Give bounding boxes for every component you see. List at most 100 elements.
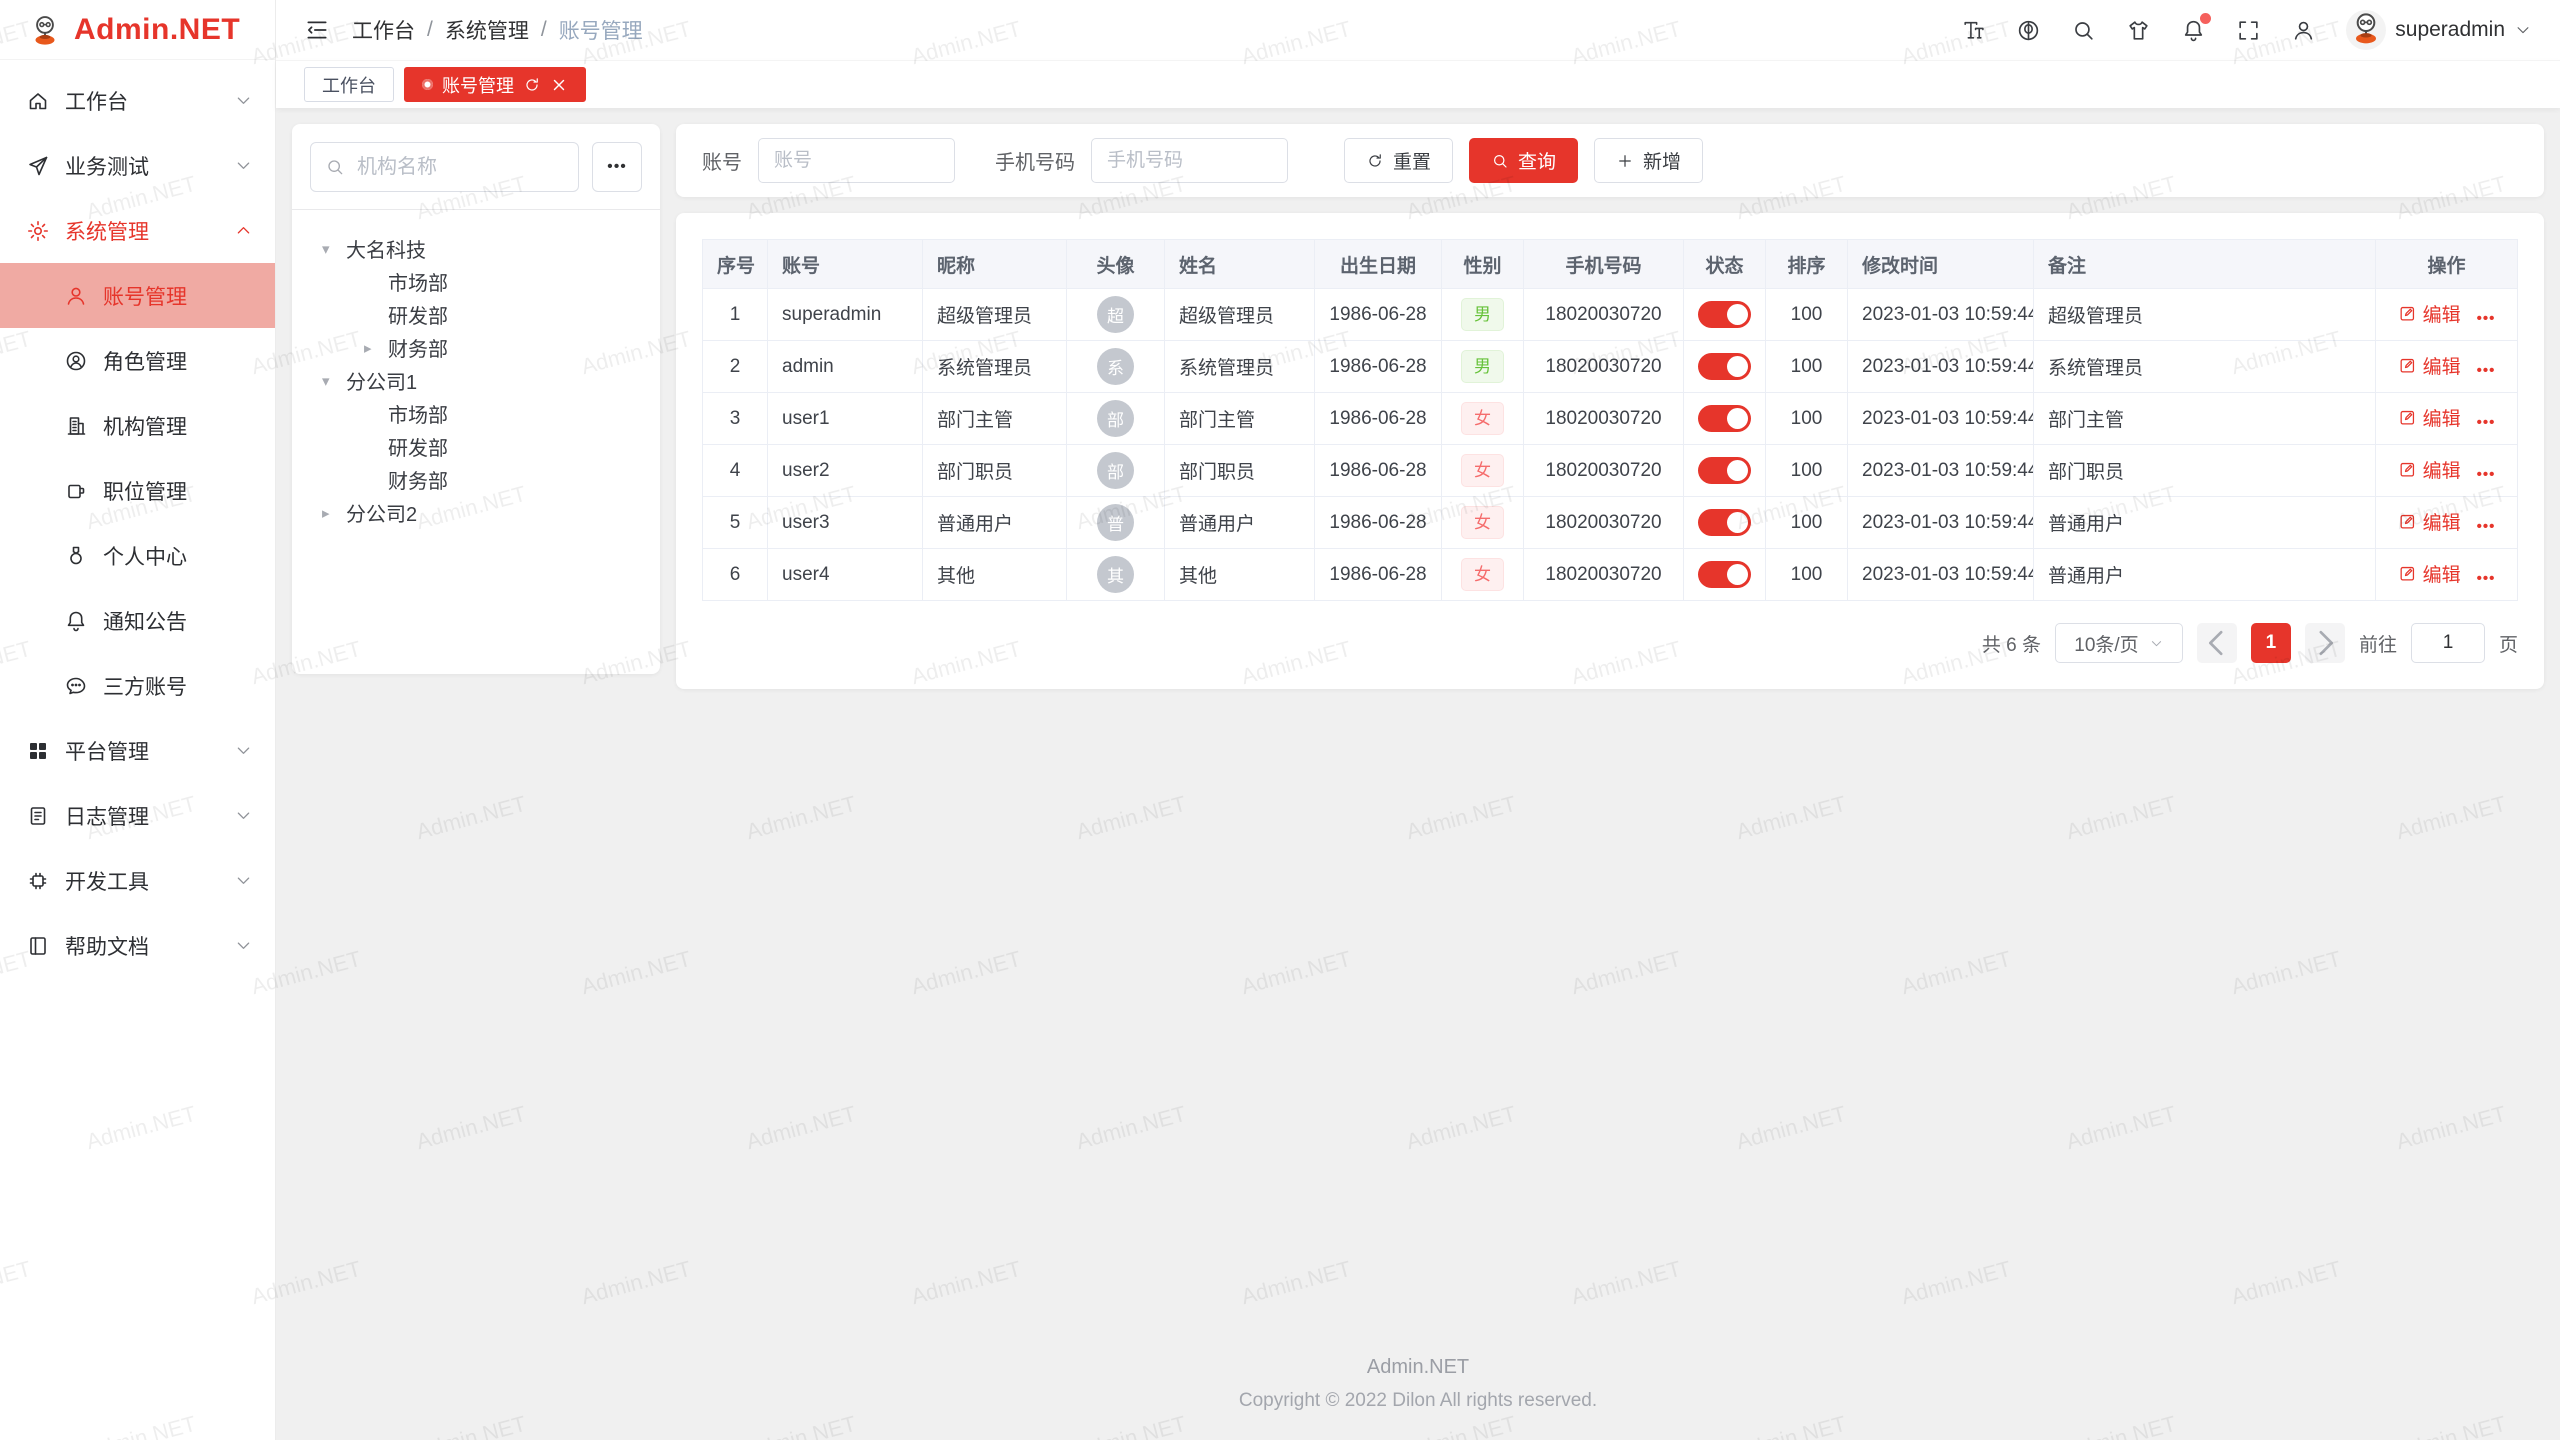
- sidebar-item-business-test[interactable]: 业务测试: [0, 133, 275, 198]
- tree-more-button[interactable]: •••: [592, 142, 642, 192]
- sidebar-item-notice[interactable]: 通知公告: [0, 588, 275, 653]
- theme-icon[interactable]: [2126, 18, 2151, 43]
- cell-remark: 普通用户: [2034, 497, 2376, 549]
- org-search-input[interactable]: [355, 155, 564, 180]
- search-icon[interactable]: [2071, 18, 2096, 43]
- sidebar-item-system-management[interactable]: 系统管理: [0, 198, 275, 263]
- add-button[interactable]: 新增: [1594, 138, 1703, 183]
- avatar: 其: [1097, 556, 1134, 593]
- tree-node[interactable]: 市场部: [310, 397, 642, 430]
- sidebar-item-position-management[interactable]: 职位管理: [0, 458, 275, 523]
- fullscreen-icon[interactable]: [2236, 18, 2261, 43]
- status-toggle[interactable]: [1698, 353, 1751, 380]
- row-more-button[interactable]: •••: [2477, 362, 2496, 379]
- building-icon: [64, 414, 88, 438]
- send-icon: [26, 154, 50, 178]
- next-page-button[interactable]: [2305, 623, 2345, 663]
- font-size-icon[interactable]: [1961, 18, 1986, 43]
- status-toggle[interactable]: [1698, 561, 1751, 588]
- table-row: 3user1部门主管部部门主管1986-06-28女18020030720100…: [703, 393, 2518, 445]
- language-icon[interactable]: [2016, 18, 2041, 43]
- sidebar-item-label: 日志管理: [65, 801, 234, 831]
- reset-button[interactable]: 重置: [1344, 138, 1453, 183]
- gender-tag: 女: [1461, 506, 1504, 539]
- row-more-button[interactable]: •••: [2477, 466, 2496, 483]
- row-more-button[interactable]: •••: [2477, 570, 2496, 587]
- cell-index: 2: [703, 341, 768, 393]
- query-button[interactable]: 查询: [1469, 138, 1578, 183]
- sidebar-item-personal-center[interactable]: 个人中心: [0, 523, 275, 588]
- edit-button[interactable]: 编辑: [2398, 300, 2461, 327]
- tree-caret-icon[interactable]: ▾: [322, 240, 346, 258]
- sidebar-item-platform-management[interactable]: 平台管理: [0, 718, 275, 783]
- tree-node[interactable]: ▸财务部: [310, 331, 642, 364]
- edit-button[interactable]: 编辑: [2398, 456, 2461, 483]
- cell-phone: 18020030720: [1524, 393, 1684, 445]
- edit-button[interactable]: 编辑: [2398, 560, 2461, 587]
- notification-bell-icon[interactable]: [2181, 18, 2206, 43]
- cell-birthdate: 1986-06-28: [1315, 393, 1442, 445]
- cell-account: admin: [768, 341, 923, 393]
- tab-label: 工作台: [322, 72, 376, 98]
- tree-node[interactable]: 财务部: [310, 463, 642, 496]
- sidebar-collapse-icon[interactable]: [304, 17, 330, 43]
- tree-caret-icon[interactable]: ▾: [322, 372, 346, 390]
- cell-nickname: 系统管理员: [923, 341, 1067, 393]
- page-size-select[interactable]: 10条/页: [2055, 623, 2183, 663]
- status-toggle[interactable]: [1698, 509, 1751, 536]
- tree-caret-icon[interactable]: ▸: [322, 504, 346, 522]
- chevron-down-icon: [234, 156, 253, 175]
- tree-node[interactable]: 研发部: [310, 430, 642, 463]
- profile-icon[interactable]: [2291, 18, 2316, 43]
- tree-node[interactable]: 市场部: [310, 265, 642, 298]
- sidebar-item-account-management[interactable]: 账号管理: [0, 263, 275, 328]
- goto-page-input[interactable]: [2411, 623, 2485, 663]
- sidebar-item-workbench[interactable]: 工作台: [0, 68, 275, 133]
- tree-node[interactable]: 研发部: [310, 298, 642, 331]
- accounts-table-card: 序号 账号 昵称 头像 姓名 出生日期 性别 手机号码 状态 排序: [676, 213, 2544, 689]
- close-icon[interactable]: [550, 76, 568, 94]
- tree-node[interactable]: ▾分公司1: [310, 364, 642, 397]
- refresh-icon[interactable]: [523, 76, 541, 94]
- tree-node[interactable]: ▸分公司2: [310, 496, 642, 529]
- tree-node[interactable]: ▾大名科技: [310, 232, 642, 265]
- breadcrumb-item[interactable]: 系统管理: [445, 15, 529, 45]
- table-row: 1superadmin超级管理员超超级管理员1986-06-28男1802003…: [703, 289, 2518, 341]
- breadcrumb-item[interactable]: 工作台: [352, 15, 415, 45]
- sidebar-item-log-management[interactable]: 日志管理: [0, 783, 275, 848]
- sidebar-item-org-management[interactable]: 机构管理: [0, 393, 275, 458]
- sidebar-item-role-management[interactable]: 角色管理: [0, 328, 275, 393]
- row-more-button[interactable]: •••: [2477, 310, 2496, 327]
- phone-input[interactable]: [1091, 138, 1288, 183]
- cell-account: user3: [768, 497, 923, 549]
- account-input[interactable]: [758, 138, 955, 183]
- edit-button[interactable]: 编辑: [2398, 508, 2461, 535]
- prev-page-button[interactable]: [2197, 623, 2237, 663]
- page-footer: Admin.NET Copyright © 2022 Dilon All rig…: [292, 1330, 2544, 1440]
- row-more-button[interactable]: •••: [2477, 414, 2496, 431]
- cell-sort: 100: [1766, 497, 1848, 549]
- tab-workbench[interactable]: 工作台: [304, 67, 394, 102]
- cell-modified: 2023-01-03 10:59:44: [1848, 341, 2034, 393]
- logo[interactable]: Admin.NET: [0, 0, 275, 60]
- tab-account-management[interactable]: 账号管理: [404, 67, 586, 102]
- status-toggle[interactable]: [1698, 301, 1751, 328]
- tree-node-label: 财务部: [388, 465, 448, 494]
- sidebar-item-dev-tools[interactable]: 开发工具: [0, 848, 275, 913]
- gender-tag: 女: [1461, 454, 1504, 487]
- notification-badge: [2200, 13, 2211, 24]
- pagination: 共 6 条 10条/页 1 前往 页: [702, 623, 2518, 663]
- row-more-button[interactable]: •••: [2477, 518, 2496, 535]
- status-toggle[interactable]: [1698, 457, 1751, 484]
- tree-caret-icon[interactable]: ▸: [364, 339, 388, 357]
- sidebar-item-label: 开发工具: [65, 866, 234, 896]
- sidebar-item-third-party-account[interactable]: 三方账号: [0, 653, 275, 718]
- col-remark: 备注: [2034, 240, 2376, 289]
- status-toggle[interactable]: [1698, 405, 1751, 432]
- tab-active-dot-icon: [422, 79, 433, 90]
- sidebar-item-help-docs[interactable]: 帮助文档: [0, 913, 275, 978]
- edit-button[interactable]: 编辑: [2398, 404, 2461, 431]
- current-page-button[interactable]: 1: [2251, 623, 2291, 663]
- user-menu[interactable]: superadmin: [2346, 10, 2532, 50]
- edit-button[interactable]: 编辑: [2398, 352, 2461, 379]
